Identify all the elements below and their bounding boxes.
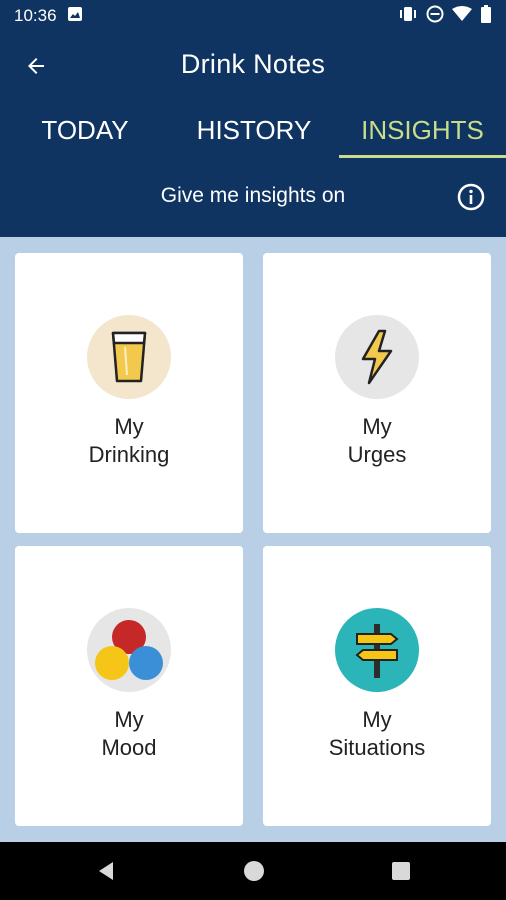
nav-home-icon [244,861,264,881]
nav-back-icon [99,862,113,880]
card-label: My Drinking [15,413,243,469]
tab-bar: TODAY HISTORY INSIGHTS [0,112,506,158]
card-label-line2: Situations [328,735,426,760]
signpost-icon [335,608,419,692]
card-label: My Situations [263,706,491,762]
nav-back-button[interactable] [95,859,119,883]
status-bar: 10:36 [0,0,506,32]
card-label-line1: My [114,707,144,732]
battery-icon [480,4,492,28]
system-nav-bar [0,842,506,900]
card-my-situations[interactable]: My Situations [263,546,491,826]
beer-glass-icon [87,315,171,399]
card-label-line2: Drinking [88,442,170,467]
image-icon [67,6,83,27]
wifi-icon [452,5,472,27]
app-header: Drink Notes TODAY HISTORY INSIGHTS Give … [0,32,506,237]
card-my-drinking[interactable]: My Drinking [15,253,243,533]
status-time: 10:36 [14,6,57,25]
info-icon [457,183,485,211]
tab-today[interactable]: TODAY [18,112,152,158]
card-label-line2: Urges [347,442,407,467]
card-my-mood[interactable]: My Mood [15,546,243,826]
active-tab-indicator [339,155,506,158]
nav-recents-icon [392,862,410,880]
nav-home-button[interactable] [242,859,266,883]
vibrate-icon [398,6,418,27]
card-label-line1: My [114,414,144,439]
tab-insights[interactable]: INSIGHTS [339,112,506,158]
do-not-disturb-icon [426,5,444,28]
status-icons [398,4,492,28]
tab-history[interactable]: HISTORY [176,112,332,158]
mood-circles-icon [87,608,171,692]
card-label-line2: Mood [101,735,157,760]
nav-recents-button[interactable] [389,859,413,883]
card-my-urges[interactable]: My Urges [263,253,491,533]
card-label: My Mood [15,706,243,762]
info-button[interactable] [456,182,486,212]
insights-subheader: Give me insights on [160,184,346,207]
card-label: My Urges [263,413,491,469]
app-title: Drink Notes [180,49,326,79]
card-label-line1: My [362,707,392,732]
lightning-icon [335,315,419,399]
card-label-line1: My [362,414,392,439]
